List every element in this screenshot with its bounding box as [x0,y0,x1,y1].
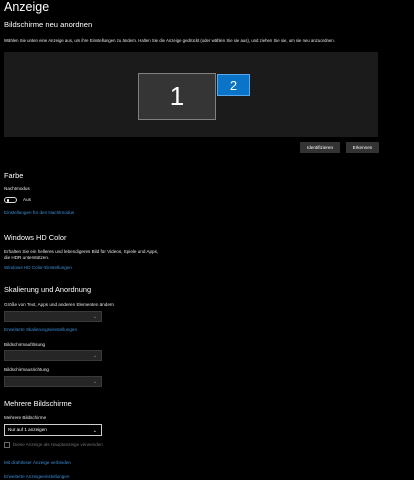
chevron-down-icon: ⌄ [92,427,97,434]
toggle-knob [6,199,10,202]
color-heading: Farbe [4,171,24,180]
main-display-checkbox-label: Diese Anzeige als Hauptanzeige verwenden [13,442,103,447]
scale-heading: Skalierung und Anordnung [4,285,92,294]
wireless-display-link[interactable]: Mit drahtloser Anzeige verbinden [4,460,71,466]
multi-display-heading: Mehrere Bildschirme [4,399,72,408]
scale-size-label: Größe von Text, Apps und anderen Element… [4,302,114,307]
multi-display-label: Mehrere Bildschirme [4,415,47,420]
chevron-down-icon: ⌄ [92,353,97,359]
page-title: Anzeige [4,0,50,14]
night-mode-settings-link[interactable]: Einstellungen für den Nachtmodus [4,210,74,216]
scale-size-dropdown[interactable]: ⌄ [4,311,102,322]
hdr-description: Erhalten Sie ein helleres und lebendiger… [4,249,159,260]
orientation-dropdown[interactable]: ⌄ [4,376,102,387]
display-arrangement-canvas[interactable]: 1 2 [4,52,378,137]
monitor-1-tile[interactable]: 1 [138,73,216,120]
rearrange-description: Wählen Sie unten eine Anzeige aus, um ih… [4,38,335,43]
advanced-display-settings-link[interactable]: Erweiterte Anzeigeeinstellungen [4,474,69,480]
resolution-dropdown[interactable]: ⌄ [4,350,102,361]
main-display-checkbox[interactable] [4,442,10,448]
advanced-scaling-link[interactable]: Erweiterte Skalierungseinstellungen [4,327,77,333]
resolution-label: Bildschirmauflösung [4,342,46,347]
chevron-down-icon: ⌄ [92,379,97,385]
night-mode-label: Nachtmodus [4,186,30,191]
monitor-2-tile[interactable]: 2 [217,74,250,96]
rearrange-heading: Bildschirme neu anordnen [4,20,93,29]
hdr-heading: Windows HD Color [4,233,67,242]
multi-display-dropdown[interactable]: Nur auf 1 anzeigen ⌄ [4,424,102,436]
detect-button[interactable]: Erkennen [346,142,379,153]
night-mode-state: Aus [23,197,31,202]
chevron-down-icon: ⌄ [92,314,97,320]
night-mode-toggle[interactable] [4,197,17,203]
identify-button[interactable]: Identifizieren [300,142,340,153]
dropdown-value: Nur auf 1 anzeigen [8,427,47,432]
orientation-label: Bildschirmausrichtung [4,367,49,372]
hdr-settings-link[interactable]: Windows HD Color-Einstellungen [4,265,72,271]
